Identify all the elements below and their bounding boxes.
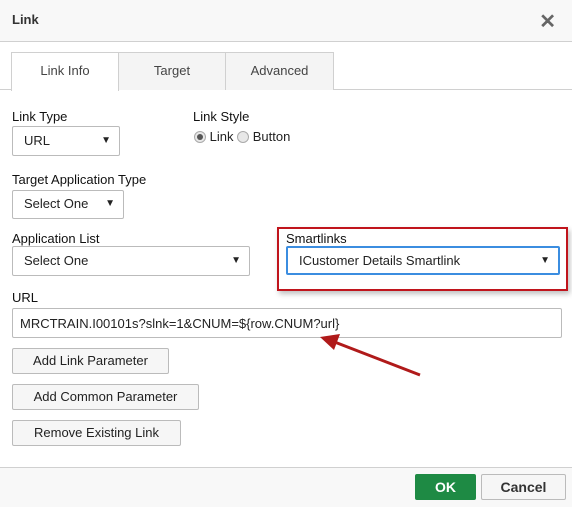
- target-app-type-label: Target Application Type: [12, 172, 147, 187]
- cancel-button[interactable]: Cancel: [481, 474, 566, 500]
- app-list-label: Application List: [12, 231, 100, 246]
- url-label: URL: [12, 290, 39, 305]
- add-link-parameter-button[interactable]: Add Link Parameter: [12, 348, 169, 374]
- radio-button-label: Button: [252, 129, 291, 144]
- tab-target[interactable]: Target: [118, 52, 226, 90]
- tab-advanced[interactable]: Advanced: [225, 52, 334, 90]
- radio-link[interactable]: Link: [194, 129, 233, 144]
- radio-selected-icon: [194, 131, 206, 143]
- smartlinks-value: ICustomer Details Smartlink: [299, 253, 461, 268]
- chevron-down-icon: ▼: [540, 255, 550, 266]
- link-type-select[interactable]: URL ▼: [12, 126, 120, 156]
- ok-button[interactable]: OK: [415, 474, 476, 500]
- add-common-parameter-button[interactable]: Add Common Parameter: [12, 384, 199, 410]
- app-list-select[interactable]: Select One ▼: [12, 246, 250, 276]
- app-list-value: Select One: [24, 253, 89, 268]
- link-style-radios: Link Button: [194, 129, 290, 144]
- target-app-type-value: Select One: [24, 196, 89, 211]
- link-type-label: Link Type: [12, 109, 68, 124]
- link-type-value: URL: [24, 133, 51, 148]
- target-app-type-select[interactable]: Select One ▼: [12, 190, 124, 219]
- close-icon[interactable]: ✕: [539, 9, 556, 34]
- smartlinks-label: Smartlinks: [286, 231, 347, 246]
- arrow-head: [320, 334, 340, 350]
- link-style-label: Link Style: [193, 109, 250, 124]
- annotation-arrow: [320, 334, 421, 377]
- remove-existing-link-button[interactable]: Remove Existing Link: [12, 420, 181, 446]
- chevron-down-icon: ▼: [105, 198, 115, 209]
- chevron-down-icon: ▼: [101, 135, 111, 146]
- radio-link-label: Link: [209, 129, 234, 144]
- radio-button[interactable]: Button: [237, 129, 290, 144]
- dialog-header: [0, 0, 572, 42]
- tab-link-info[interactable]: Link Info: [11, 52, 119, 91]
- dialog-title: Link: [12, 12, 39, 27]
- smartlinks-select[interactable]: ICustomer Details Smartlink ▼: [286, 246, 560, 275]
- url-input[interactable]: [12, 308, 562, 338]
- arrow-line: [331, 339, 421, 377]
- chevron-down-icon: ▼: [231, 255, 241, 266]
- radio-unselected-icon: [237, 131, 250, 143]
